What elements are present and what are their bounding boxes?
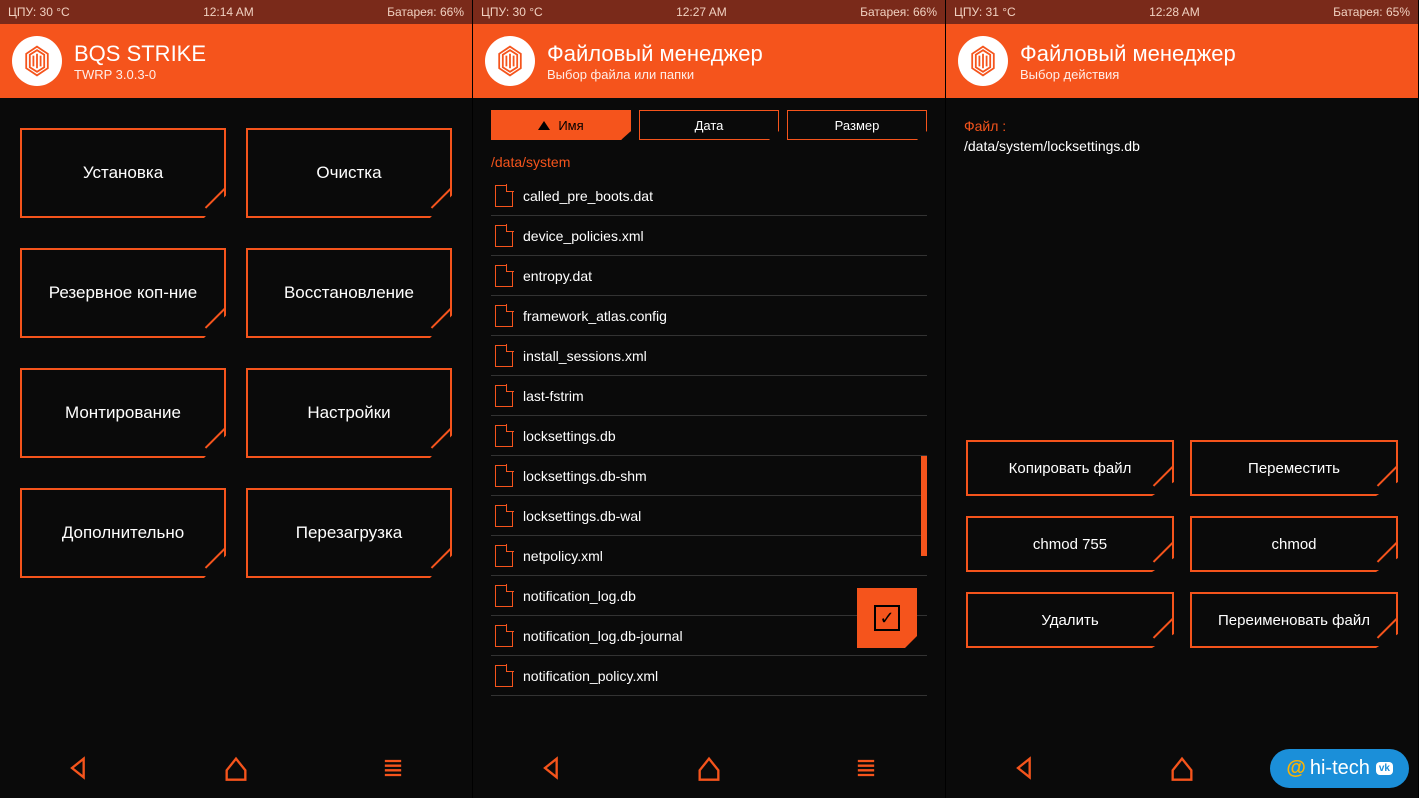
file-item[interactable]: locksettings.db: [491, 416, 927, 456]
file-icon: [495, 305, 513, 327]
menu-icon[interactable]: [852, 754, 880, 782]
file-item[interactable]: install_sessions.xml: [491, 336, 927, 376]
cpu-temp: ЦПУ: 30 °C: [8, 5, 70, 19]
copy-file-button[interactable]: Копировать файл: [966, 440, 1174, 496]
sort-asc-icon: [538, 121, 550, 130]
file-icon: [495, 665, 513, 687]
file-icon: [495, 425, 513, 447]
file-icon: [495, 185, 513, 207]
rename-button[interactable]: Переименовать файл: [1190, 592, 1398, 648]
cpu-temp: ЦПУ: 31 °C: [954, 5, 1016, 19]
mount-button[interactable]: Монтирование: [20, 368, 226, 458]
page-subtitle: Выбор действия: [1020, 67, 1236, 82]
app-header: BQS STRIKE TWRP 3.0.3-0: [0, 24, 472, 98]
status-bar: ЦПУ: 30 °C 12:27 AM Батарея: 66%: [473, 0, 945, 24]
file-icon: [495, 585, 513, 607]
sort-size-button[interactable]: Размер: [787, 110, 927, 140]
battery: Батарея: 65%: [1333, 5, 1410, 19]
sort-name-button[interactable]: Имя: [491, 110, 631, 140]
file-item[interactable]: framework_atlas.config: [491, 296, 927, 336]
file-item[interactable]: called_pre_boots.dat: [491, 176, 927, 216]
selected-file-path: /data/system/locksettings.db: [964, 138, 1400, 154]
install-button[interactable]: Установка: [20, 128, 226, 218]
twrp-logo-icon: [12, 36, 62, 86]
select-fab[interactable]: ✓: [857, 588, 917, 648]
sort-date-button[interactable]: Дата: [639, 110, 779, 140]
check-icon: ✓: [874, 605, 900, 631]
file-manager-screen: ЦПУ: 30 °C 12:27 AM Батарея: 66% Файловы…: [473, 0, 946, 798]
home-icon[interactable]: [1168, 754, 1196, 782]
status-bar: ЦПУ: 30 °C 12:14 AM Батарея: 66%: [0, 0, 472, 24]
file-icon: [495, 345, 513, 367]
vk-badge: vk: [1376, 762, 1393, 775]
scrollbar[interactable]: [921, 456, 927, 556]
back-icon[interactable]: [1011, 754, 1039, 782]
advanced-button[interactable]: Дополнительно: [20, 488, 226, 578]
page-title: Файловый менеджер: [547, 41, 763, 67]
back-icon[interactable]: [538, 754, 566, 782]
chmod-button[interactable]: chmod: [1190, 516, 1398, 572]
app-header: Файловый менеджер Выбор действия: [946, 24, 1418, 98]
page-subtitle: Выбор файла или папки: [547, 67, 763, 82]
back-icon[interactable]: [65, 754, 93, 782]
backup-button[interactable]: Резервное коп-ние: [20, 248, 226, 338]
file-icon: [495, 465, 513, 487]
file-item[interactable]: device_policies.xml: [491, 216, 927, 256]
reboot-button[interactable]: Перезагрузка: [246, 488, 452, 578]
file-item[interactable]: locksettings.db-shm: [491, 456, 927, 496]
app-header: Файловый менеджер Выбор файла или папки: [473, 24, 945, 98]
chmod755-button[interactable]: chmod 755: [966, 516, 1174, 572]
nav-bar: [0, 738, 472, 798]
file-icon: [495, 225, 513, 247]
file-item[interactable]: entropy.dat: [491, 256, 927, 296]
move-file-button[interactable]: Переместить: [1190, 440, 1398, 496]
twrp-logo-icon: [958, 36, 1008, 86]
time: 12:14 AM: [203, 5, 254, 19]
file-item[interactable]: locksettings.db-wal: [491, 496, 927, 536]
battery: Батарея: 66%: [860, 5, 937, 19]
file-label: Файл :: [964, 118, 1400, 134]
wipe-button[interactable]: Очистка: [246, 128, 452, 218]
time: 12:27 AM: [676, 5, 727, 19]
menu-icon[interactable]: [379, 754, 407, 782]
at-icon: @: [1286, 757, 1306, 780]
file-item[interactable]: netpolicy.xml: [491, 536, 927, 576]
file-icon: [495, 545, 513, 567]
twrp-version: TWRP 3.0.3-0: [74, 67, 206, 82]
twrp-logo-icon: [485, 36, 535, 86]
twrp-main-screen: ЦПУ: 30 °C 12:14 AM Батарея: 66% BQS STR…: [0, 0, 473, 798]
restore-button[interactable]: Восстановление: [246, 248, 452, 338]
sort-controls: Имя Дата Размер: [491, 110, 927, 148]
device-title: BQS STRIKE: [74, 41, 206, 67]
file-icon: [495, 385, 513, 407]
file-icon: [495, 625, 513, 647]
home-icon[interactable]: [222, 754, 250, 782]
file-icon: [495, 505, 513, 527]
file-icon: [495, 265, 513, 287]
time: 12:28 AM: [1149, 5, 1200, 19]
delete-button[interactable]: Удалить: [966, 592, 1174, 648]
cpu-temp: ЦПУ: 30 °C: [481, 5, 543, 19]
nav-bar: [473, 738, 945, 798]
file-action-screen: ЦПУ: 31 °C 12:28 AM Батарея: 65% Файловы…: [946, 0, 1419, 798]
page-title: Файловый менеджер: [1020, 41, 1236, 67]
battery: Батарея: 66%: [387, 5, 464, 19]
watermark: @ hi-tech vk: [1270, 749, 1409, 788]
status-bar: ЦПУ: 31 °C 12:28 AM Батарея: 65%: [946, 0, 1418, 24]
home-icon[interactable]: [695, 754, 723, 782]
file-item[interactable]: notification_policy.xml: [491, 656, 927, 696]
settings-button[interactable]: Настройки: [246, 368, 452, 458]
current-path: /data/system: [491, 148, 927, 176]
watermark-text: hi-tech: [1310, 757, 1370, 780]
file-item[interactable]: last-fstrim: [491, 376, 927, 416]
